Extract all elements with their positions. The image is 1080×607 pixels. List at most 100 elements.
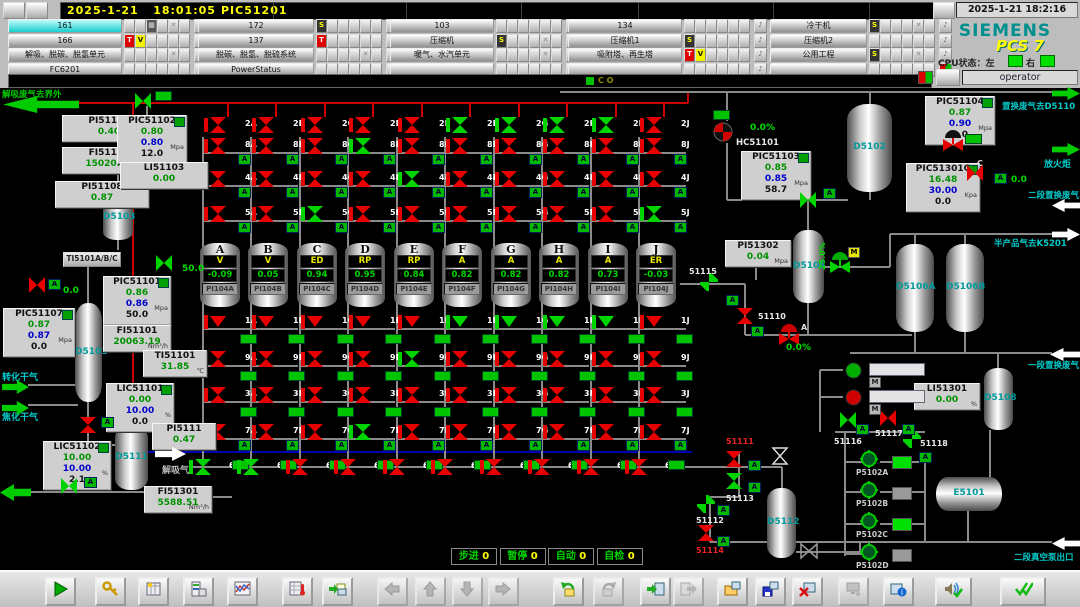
status-cell[interactable]: [529, 19, 540, 33]
valve-1C[interactable]: [306, 313, 324, 331]
stop-pushbutton[interactable]: [845, 389, 862, 406]
valve-3J[interactable]: [645, 386, 663, 404]
status-cell[interactable]: [371, 19, 382, 33]
adsorber-vessel-H[interactable]: HA0.82PI104H: [539, 243, 579, 307]
valve-4D[interactable]: [354, 170, 372, 188]
valve-5G[interactable]: [500, 205, 518, 223]
valve-8C[interactable]: [306, 137, 324, 155]
picture-info-button[interactable]: i: [883, 577, 914, 606]
valve-pic51102[interactable]: [28, 276, 46, 294]
status-cell[interactable]: [540, 19, 551, 33]
status-cell[interactable]: [728, 34, 739, 48]
status-cell[interactable]: [902, 19, 913, 33]
valve-4F[interactable]: [451, 170, 469, 188]
bell-icon[interactable]: ♪: [754, 19, 767, 33]
valve-7C[interactable]: [306, 423, 324, 441]
valve-4B[interactable]: [257, 170, 275, 188]
status-cell[interactable]: [360, 34, 371, 48]
valve-6F[interactable]: [436, 458, 454, 476]
status-cell[interactable]: [902, 48, 913, 62]
valve-2E[interactable]: [403, 116, 421, 134]
unit-button-压缩机2[interactable]: 压缩机2: [770, 34, 867, 48]
status-cell[interactable]: [327, 48, 338, 62]
valve-9C[interactable]: [306, 350, 324, 368]
valve-9F[interactable]: [451, 350, 469, 368]
valve-7G[interactable]: [500, 423, 518, 441]
valve-1F[interactable]: [451, 313, 469, 331]
status-cell[interactable]: [338, 48, 349, 62]
status-cell[interactable]: S: [496, 34, 507, 48]
adsorber-vessel-F[interactable]: FA0.82PI104F: [442, 243, 482, 307]
valve-5F[interactable]: [451, 205, 469, 223]
valve-2F[interactable]: [451, 116, 469, 134]
status-cell[interactable]: [146, 34, 157, 48]
status-cell[interactable]: [880, 19, 891, 33]
valve-3B[interactable]: [257, 386, 275, 404]
status-cell[interactable]: ✕: [540, 34, 551, 48]
open-picture-button[interactable]: [717, 577, 748, 606]
adsorber-vessel-I[interactable]: IA0.73PI104I: [588, 243, 628, 307]
valve-1E[interactable]: [403, 313, 421, 331]
play-button[interactable]: [45, 577, 76, 606]
valve-9H[interactable]: [548, 350, 566, 368]
unit-button-吸附塔、再生塔[interactable]: 吸附塔、再生塔: [568, 48, 682, 62]
valve-9J[interactable]: [645, 350, 663, 368]
status-cell[interactable]: [551, 34, 562, 48]
status-cell[interactable]: [717, 48, 728, 62]
valve-51111[interactable]: [725, 450, 743, 468]
valve-7H[interactable]: [548, 423, 566, 441]
alarm-log-button[interactable]: [138, 577, 169, 606]
status-cell[interactable]: [880, 34, 891, 48]
valve-1I[interactable]: [597, 313, 615, 331]
status-cell[interactable]: [135, 19, 146, 33]
status-cell[interactable]: [891, 19, 902, 33]
status-cell[interactable]: [706, 19, 717, 33]
relief-valve[interactable]: [771, 447, 789, 465]
status-cell[interactable]: T: [316, 34, 327, 48]
status-cell[interactable]: [891, 34, 902, 48]
valve-8J[interactable]: [645, 137, 663, 155]
status-cell[interactable]: [529, 48, 540, 62]
valve-51112[interactable]: [697, 495, 715, 513]
valve-2I[interactable]: [597, 116, 615, 134]
valve-4J[interactable]: [645, 170, 663, 188]
unit-button-解吸、脱碳、脱氢单元[interactable]: 解吸、脱碳、脱氢单元: [8, 48, 122, 62]
status-cell[interactable]: [869, 34, 880, 48]
back-button[interactable]: [553, 577, 584, 606]
valve-1D[interactable]: [354, 313, 372, 331]
status-cell[interactable]: [739, 19, 750, 33]
unit-button-压缩机[interactable]: 压缩机: [390, 34, 494, 48]
alarm-horn-icon[interactable]: [26, 2, 48, 19]
adsorber-vessel-B[interactable]: BV0.05PI104B: [248, 243, 288, 307]
status-cell[interactable]: [316, 48, 327, 62]
status-cell[interactable]: [891, 48, 902, 62]
valve-2A[interactable]: [209, 116, 227, 134]
faceplate-FI51101[interactable]: FI5110120063.19Nm³/h: [103, 325, 171, 352]
pic51104-control-valve[interactable]: [941, 130, 965, 152]
valve-3D[interactable]: [354, 386, 372, 404]
unit-button-暖气、水汽单元[interactable]: 暖气、水汽单元: [390, 48, 494, 62]
valve-4G[interactable]: [500, 170, 518, 188]
valve-3F[interactable]: [451, 386, 469, 404]
valve-5J[interactable]: [645, 205, 663, 223]
status-cell[interactable]: [124, 48, 135, 62]
unit-button-161[interactable]: 161: [8, 19, 122, 33]
pump-P5102D[interactable]: [860, 543, 878, 561]
status-cell[interactable]: [717, 19, 728, 33]
valve-1B[interactable]: [257, 313, 275, 331]
valve-9G[interactable]: [500, 350, 518, 368]
valve-6E[interactable]: [388, 458, 406, 476]
status-cell[interactable]: ✕: [913, 19, 924, 33]
valve-3C[interactable]: [306, 386, 324, 404]
trend-button[interactable]: [227, 577, 258, 606]
measurement-archive-button[interactable]: [282, 577, 313, 606]
window-icon[interactable]: [3, 2, 25, 19]
status-cell[interactable]: [327, 34, 338, 48]
status-cell[interactable]: ✕: [360, 48, 371, 62]
faceplate-PI51302[interactable]: PI513020.04Mpa: [725, 240, 791, 267]
valve-8B[interactable]: [257, 137, 275, 155]
valve-5H[interactable]: [548, 205, 566, 223]
status-cell[interactable]: [518, 19, 529, 33]
valve-5D[interactable]: [354, 205, 372, 223]
status-cell[interactable]: S: [316, 19, 327, 33]
